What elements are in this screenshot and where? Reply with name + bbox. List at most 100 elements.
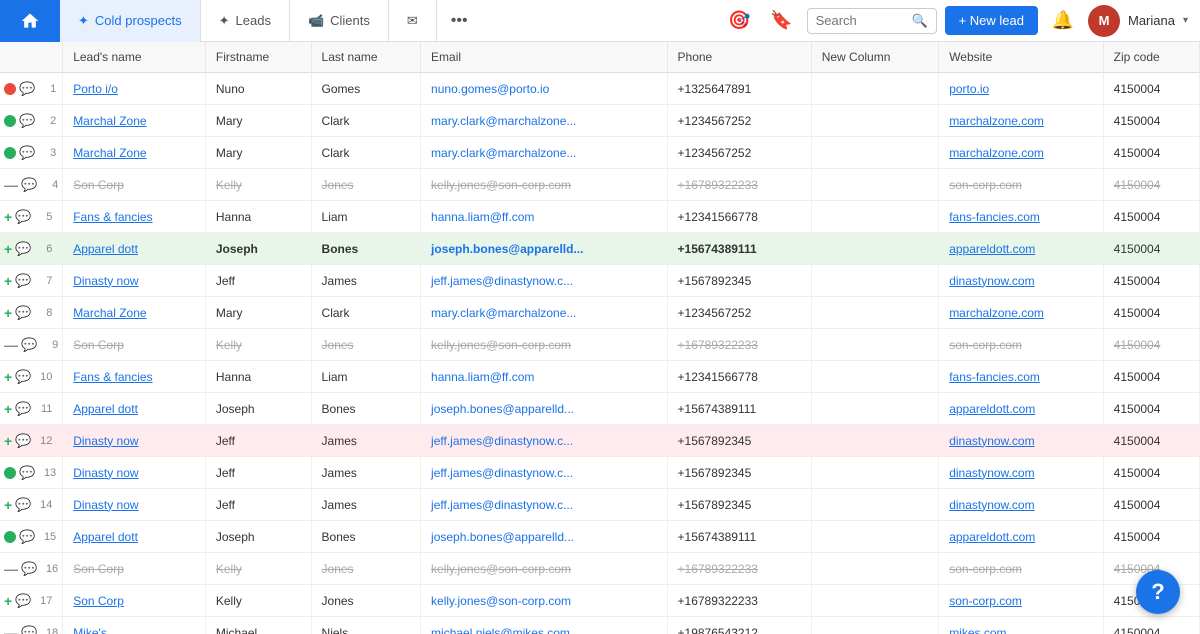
website-value[interactable]: son-corp.com (949, 338, 1022, 352)
email-value[interactable]: jeff.james@dinastynow.c... (431, 498, 573, 512)
dash-icon[interactable]: — (4, 561, 18, 577)
lead-name-cell[interactable]: Son Corp (63, 585, 206, 617)
lead-name-link[interactable]: Mike's (73, 626, 107, 634)
email-value[interactable]: michael.niels@mikes.com (431, 626, 570, 634)
lead-name-link[interactable]: Son Corp (73, 562, 124, 576)
chat-icon[interactable]: 💬 (21, 337, 37, 353)
email-value[interactable]: kelly.jones@son-corp.com (431, 178, 571, 192)
email-value[interactable]: kelly.jones@son-corp.com (431, 562, 571, 576)
chat-icon[interactable]: 💬 (15, 593, 31, 609)
plus-icon[interactable]: + (4, 369, 12, 385)
website-cell[interactable]: appareldott.com (939, 393, 1103, 425)
email-cell[interactable]: joseph.bones@apparelld... (421, 521, 667, 553)
chat-icon[interactable]: 💬 (19, 113, 35, 129)
website-value[interactable]: marchalzone.com (949, 306, 1044, 320)
user-menu-chevron[interactable]: ▾ (1183, 15, 1188, 26)
status-green-icon[interactable] (4, 115, 16, 127)
website-cell[interactable]: dinastynow.com (939, 457, 1103, 489)
lead-name-link[interactable]: Marchal Zone (73, 114, 146, 128)
lead-name-cell[interactable]: Son Corp (63, 553, 206, 585)
website-value[interactable]: dinastynow.com (949, 466, 1034, 480)
email-value[interactable]: nuno.gomes@porto.io (431, 82, 549, 96)
website-cell[interactable]: porto.io (939, 73, 1103, 105)
website-cell[interactable]: marchalzone.com (939, 137, 1103, 169)
lead-name-cell[interactable]: Dinasty now (63, 457, 206, 489)
lead-name-link[interactable]: Fans & fancies (73, 210, 152, 224)
lead-name-cell[interactable]: Apparel dott (63, 393, 206, 425)
plus-icon[interactable]: + (4, 273, 12, 289)
website-value[interactable]: marchalzone.com (949, 114, 1044, 128)
email-cell[interactable]: hanna.liam@ff.com (421, 201, 667, 233)
lead-name-link[interactable]: Son Corp (73, 594, 124, 608)
email-cell[interactable]: kelly.jones@son-corp.com (421, 169, 667, 201)
email-value[interactable]: mary.clark@marchalzone... (431, 114, 576, 128)
email-value[interactable]: joseph.bones@apparelld... (431, 402, 574, 416)
search-input[interactable] (816, 13, 906, 28)
email-cell[interactable]: michael.niels@mikes.com (421, 617, 667, 634)
website-value[interactable]: fans-fancies.com (949, 210, 1040, 224)
lead-name-cell[interactable]: Son Corp (63, 329, 206, 361)
website-cell[interactable]: son-corp.com (939, 169, 1103, 201)
tab-cold-prospects[interactable]: ✦ Cold prospects (60, 0, 201, 42)
chat-icon[interactable]: 💬 (19, 465, 35, 481)
website-value[interactable]: dinastynow.com (949, 498, 1034, 512)
website-cell[interactable]: son-corp.com (939, 329, 1103, 361)
lead-name-cell[interactable]: Marchal Zone (63, 297, 206, 329)
email-value[interactable]: hanna.liam@ff.com (431, 210, 534, 224)
email-value[interactable]: kelly.jones@son-corp.com (431, 338, 571, 352)
website-cell[interactable]: dinastynow.com (939, 489, 1103, 521)
website-cell[interactable]: son-corp.com (939, 585, 1103, 617)
search-box[interactable]: 🔍 (807, 8, 937, 34)
dash-icon[interactable]: — (4, 337, 18, 353)
website-value[interactable]: son-corp.com (949, 178, 1022, 192)
new-lead-button[interactable]: + New lead (945, 6, 1038, 35)
lead-name-link[interactable]: Marchal Zone (73, 306, 146, 320)
website-cell[interactable]: son-corp.com (939, 553, 1103, 585)
email-tab[interactable]: ✉ (389, 0, 437, 42)
email-value[interactable]: jeff.james@dinastynow.c... (431, 434, 573, 448)
tab-clients[interactable]: 📹 Clients (290, 0, 389, 42)
lead-name-link[interactable]: Son Corp (73, 178, 124, 192)
chat-icon[interactable]: 💬 (21, 177, 37, 193)
website-value[interactable]: marchalzone.com (949, 146, 1044, 160)
email-value[interactable]: hanna.liam@ff.com (431, 370, 534, 384)
email-cell[interactable]: joseph.bones@apparelld... (421, 393, 667, 425)
chat-icon[interactable]: 💬 (15, 241, 31, 257)
status-green-icon[interactable] (4, 467, 16, 479)
website-value[interactable]: son-corp.com (949, 562, 1022, 576)
dash-icon[interactable]: — (4, 177, 18, 193)
lead-name-cell[interactable]: Dinasty now (63, 489, 206, 521)
email-cell[interactable]: jeff.james@dinastynow.c... (421, 457, 667, 489)
chat-icon[interactable]: 💬 (15, 209, 31, 225)
website-cell[interactable]: marchalzone.com (939, 297, 1103, 329)
email-cell[interactable]: hanna.liam@ff.com (421, 361, 667, 393)
chat-icon[interactable]: 💬 (21, 561, 37, 577)
email-cell[interactable]: joseph.bones@apparelld... (421, 233, 667, 265)
lead-name-cell[interactable]: Marchal Zone (63, 105, 206, 137)
website-cell[interactable]: dinastynow.com (939, 425, 1103, 457)
email-cell[interactable]: mary.clark@marchalzone... (421, 105, 667, 137)
email-cell[interactable]: kelly.jones@son-corp.com (421, 585, 667, 617)
email-cell[interactable]: mary.clark@marchalzone... (421, 137, 667, 169)
lead-name-cell[interactable]: Apparel dott (63, 521, 206, 553)
lead-name-link[interactable]: Son Corp (73, 338, 124, 352)
website-value[interactable]: son-corp.com (949, 594, 1022, 608)
website-value[interactable]: appareldott.com (949, 242, 1035, 256)
lead-name-cell[interactable]: Mike's (63, 617, 206, 634)
email-cell[interactable]: mary.clark@marchalzone... (421, 297, 667, 329)
lead-name-cell[interactable]: Dinasty now (63, 265, 206, 297)
lead-name-link[interactable]: Fans & fancies (73, 370, 152, 384)
website-value[interactable]: appareldott.com (949, 530, 1035, 544)
chat-icon[interactable]: 💬 (15, 433, 31, 449)
chat-icon[interactable]: 💬 (19, 529, 35, 545)
lead-name-link[interactable]: Apparel dott (73, 402, 138, 416)
lead-name-link[interactable]: Dinasty now (73, 466, 138, 480)
website-value[interactable]: porto.io (949, 82, 989, 96)
chat-icon[interactable]: 💬 (21, 625, 37, 634)
website-value[interactable]: fans-fancies.com (949, 370, 1040, 384)
lead-name-link[interactable]: Dinasty now (73, 498, 138, 512)
email-value[interactable]: jeff.james@dinastynow.c... (431, 274, 573, 288)
plus-icon[interactable]: + (4, 305, 12, 321)
dash-icon[interactable]: — (4, 625, 18, 634)
lead-name-cell[interactable]: Dinasty now (63, 425, 206, 457)
